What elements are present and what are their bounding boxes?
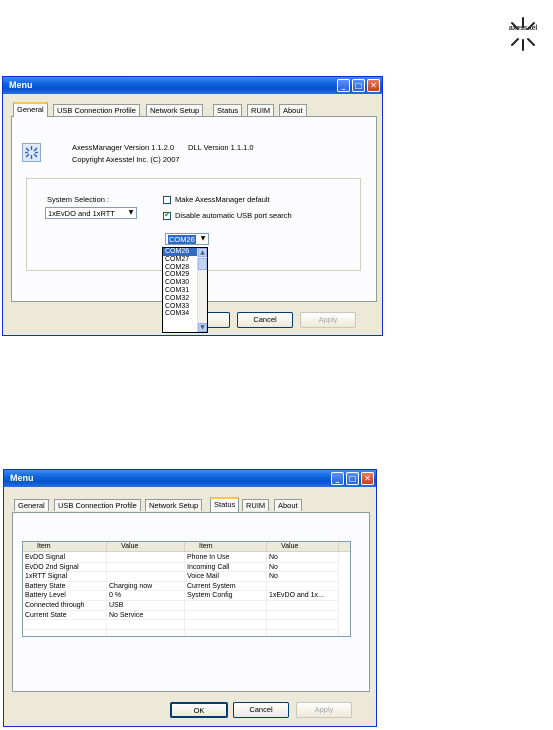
- tab-usb-connection-profile[interactable]: USB Connection Profile: [53, 104, 140, 116]
- table-cell: [107, 562, 185, 573]
- status-table: Item Value Item Value EvDO Signal Phone I…: [22, 541, 351, 637]
- axesstel-logo: axess·tel: [493, 14, 553, 54]
- checkmark-icon: ✔: [164, 210, 171, 219]
- listbox-scrollbar[interactable]: ▲ ▼: [197, 248, 207, 332]
- minimize-button[interactable]: _: [337, 79, 350, 92]
- tab-about[interactable]: About: [279, 104, 307, 116]
- table-cell: [185, 610, 267, 621]
- window-title: Menu: [9, 80, 33, 90]
- table-cell: 1xEvDO and 1x...: [267, 591, 339, 601]
- chevron-down-icon: ▼: [200, 235, 206, 242]
- table-cell: [267, 610, 339, 621]
- table-cell: Current State: [23, 610, 107, 621]
- maximize-icon: □: [348, 474, 357, 483]
- maximize-button[interactable]: □: [352, 79, 365, 92]
- app-icon: [22, 143, 41, 162]
- table-cell: [267, 581, 339, 592]
- ok-button[interactable]: OK: [170, 702, 228, 718]
- disable-usb-search-label: Disable automatic USB port search: [175, 211, 292, 220]
- dll-version-text: DLL Version 1.1.1.0: [188, 143, 254, 152]
- system-selection-label: System Selection :: [47, 195, 110, 204]
- copyright-text: Copyright Axesstel Inc. (C) 2007: [72, 155, 180, 164]
- logo-wordmark: axess·tel: [508, 25, 538, 32]
- table-cell: 0 %: [107, 591, 185, 601]
- minimize-icon: _: [335, 474, 340, 483]
- cancel-button[interactable]: Cancel: [233, 702, 289, 718]
- table-cell: [185, 620, 267, 630]
- table-cell: [107, 553, 185, 563]
- table-cell: No: [267, 553, 339, 563]
- cancel-button[interactable]: Cancel: [237, 312, 293, 328]
- tab-ruim[interactable]: RUIM: [242, 499, 270, 511]
- make-default-label: Make AxessManager default: [175, 195, 270, 204]
- table-cell: [267, 620, 339, 630]
- table-cell: [23, 620, 107, 630]
- table-cell: Phone In Use: [185, 553, 267, 563]
- table-cell: Charging now: [107, 581, 185, 592]
- tab-about[interactable]: About: [274, 499, 302, 511]
- scroll-up-icon[interactable]: ▲: [198, 248, 207, 257]
- com-port-dropdown[interactable]: COM26 ▼: [165, 233, 209, 245]
- scroll-thumb[interactable]: [198, 258, 207, 270]
- tab-general[interactable]: General: [14, 499, 49, 511]
- table-cell: [185, 629, 267, 636]
- title-bar: Menu _ □ ✕: [4, 470, 376, 487]
- table-cell: EvDO Signal: [23, 553, 107, 563]
- apply-button: Apply: [296, 702, 352, 718]
- com-port-listbox[interactable]: COM26 COM27 COM28 COM29 COM30 COM31 COM3…: [162, 247, 208, 333]
- minimize-button[interactable]: _: [331, 472, 344, 485]
- column-header-value-2[interactable]: Value: [267, 542, 339, 552]
- maximize-button[interactable]: □: [346, 472, 359, 485]
- tab-usb-connection-profile[interactable]: USB Connection Profile: [54, 499, 141, 511]
- column-header-filler: [339, 542, 350, 552]
- table-cell: USB: [107, 601, 185, 611]
- table-cell: System Config: [185, 591, 267, 601]
- tab-network-setup[interactable]: Network Setup: [145, 499, 203, 511]
- com-port-value: COM26: [168, 235, 196, 244]
- tab-general[interactable]: General: [13, 102, 48, 117]
- chevron-down-icon: ▼: [128, 209, 134, 216]
- table-cell: Connected through: [23, 601, 107, 611]
- column-header-value[interactable]: Value: [107, 542, 185, 552]
- table-cell: [185, 601, 267, 611]
- table-cell: EvDO 2nd Signal: [23, 562, 107, 573]
- window-title: Menu: [10, 473, 34, 483]
- tab-ruim[interactable]: RUIM: [247, 104, 275, 116]
- table-cell: Battery State: [23, 581, 107, 592]
- table-cell: [107, 629, 185, 636]
- table-cell: Voice Mail: [185, 572, 267, 582]
- scroll-down-icon[interactable]: ▼: [198, 323, 207, 332]
- table-cell: [107, 620, 185, 630]
- apply-button: Apply: [300, 312, 356, 328]
- close-button[interactable]: ✕: [361, 472, 374, 485]
- tab-status[interactable]: Status: [213, 104, 243, 116]
- table-cell: No: [267, 572, 339, 582]
- version-text: AxessManager Version 1.1.2.0: [72, 143, 175, 152]
- table-cell: Battery Level: [23, 591, 107, 601]
- table-cell: [267, 629, 339, 636]
- table-cell: Incoming Call: [185, 562, 267, 573]
- tab-network-setup[interactable]: Network Setup: [146, 104, 204, 116]
- table-cell: [107, 572, 185, 582]
- table-cell: No Service: [107, 610, 185, 621]
- column-header-item[interactable]: Item: [23, 542, 107, 552]
- table-cell: 1xRTT Signal: [23, 572, 107, 582]
- make-default-checkbox[interactable]: [163, 196, 171, 204]
- table-cell: [23, 629, 107, 636]
- close-button[interactable]: ✕: [367, 79, 380, 92]
- system-selection-value: 1xEvDO and 1xRTT: [48, 209, 115, 218]
- maximize-icon: □: [354, 81, 363, 90]
- disable-usb-search-checkbox[interactable]: ✔: [163, 210, 171, 220]
- table-cell: [267, 601, 339, 611]
- close-icon: ✕: [370, 81, 377, 90]
- starburst-icon: [511, 17, 535, 51]
- table-cell: Current System: [185, 581, 267, 592]
- system-selection-dropdown[interactable]: 1xEvDO and 1xRTT ▼: [45, 207, 137, 219]
- title-bar: Menu _ □ ✕: [3, 77, 382, 94]
- tab-status[interactable]: Status: [210, 497, 240, 512]
- column-header-item-2[interactable]: Item: [185, 542, 267, 552]
- minimize-icon: _: [341, 81, 346, 90]
- close-icon: ✕: [364, 474, 371, 483]
- table-cell: No: [267, 562, 339, 573]
